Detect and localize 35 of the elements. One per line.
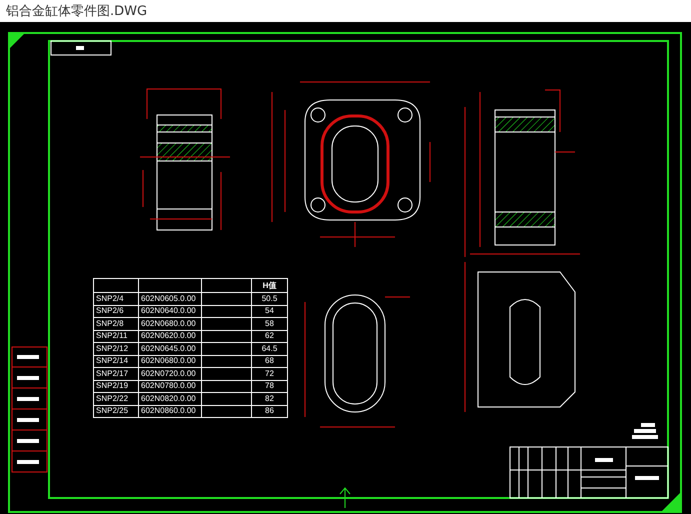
table-cell: SNP2/6 xyxy=(94,305,138,318)
window-title: 铝合金缸体零件图.DWG xyxy=(6,3,148,20)
table-cell: 86 xyxy=(252,405,288,418)
table-cell: 72 xyxy=(252,368,288,380)
table-cell: 82 xyxy=(252,392,288,405)
table-cell: 602N0720.0.00 xyxy=(138,368,202,380)
table-cell: SNP2/8 xyxy=(94,318,138,330)
table-cell: 602N0640.0.00 xyxy=(138,305,202,318)
table-cell: 68 xyxy=(252,355,288,368)
center-mark-icon xyxy=(340,487,350,508)
table-cell: SNP2/19 xyxy=(94,380,138,392)
table-cell: SNP2/4 xyxy=(94,292,138,305)
table-cell: SNP2/12 xyxy=(94,342,138,355)
table-cell: 602N0605.0.00 xyxy=(138,292,202,305)
table-cell: 78 xyxy=(252,380,288,392)
table-cell: 54 xyxy=(252,305,288,318)
notes-text-drawing xyxy=(632,423,658,439)
table-cell: 64.5 xyxy=(252,342,288,355)
label-box xyxy=(50,40,112,56)
table-cell: SNP2/25 xyxy=(94,405,138,418)
table-cell: 602N0645.0.00 xyxy=(138,342,202,355)
table-cell: 58 xyxy=(252,318,288,330)
table-cell: 602N0780.0.00 xyxy=(138,380,202,392)
table-cell: 602N0860.0.00 xyxy=(138,405,202,418)
table-cell: 62 xyxy=(252,330,288,342)
table-cell: 602N0680.0.00 xyxy=(138,318,202,330)
column-header: H值 xyxy=(252,278,288,292)
table-cell: 602N0680.0.00 xyxy=(138,355,202,368)
table-cell: SNP2/17 xyxy=(94,368,138,380)
table-cell: 602N0820.0.00 xyxy=(138,392,202,405)
table-cell: SNP2/11 xyxy=(94,330,138,342)
table-cell: 50.5 xyxy=(252,292,288,305)
table-cell: SNP2/22 xyxy=(94,392,138,405)
table-cell: 602N0620.0.00 xyxy=(138,330,202,342)
table-cell: SNP2/14 xyxy=(94,355,138,368)
